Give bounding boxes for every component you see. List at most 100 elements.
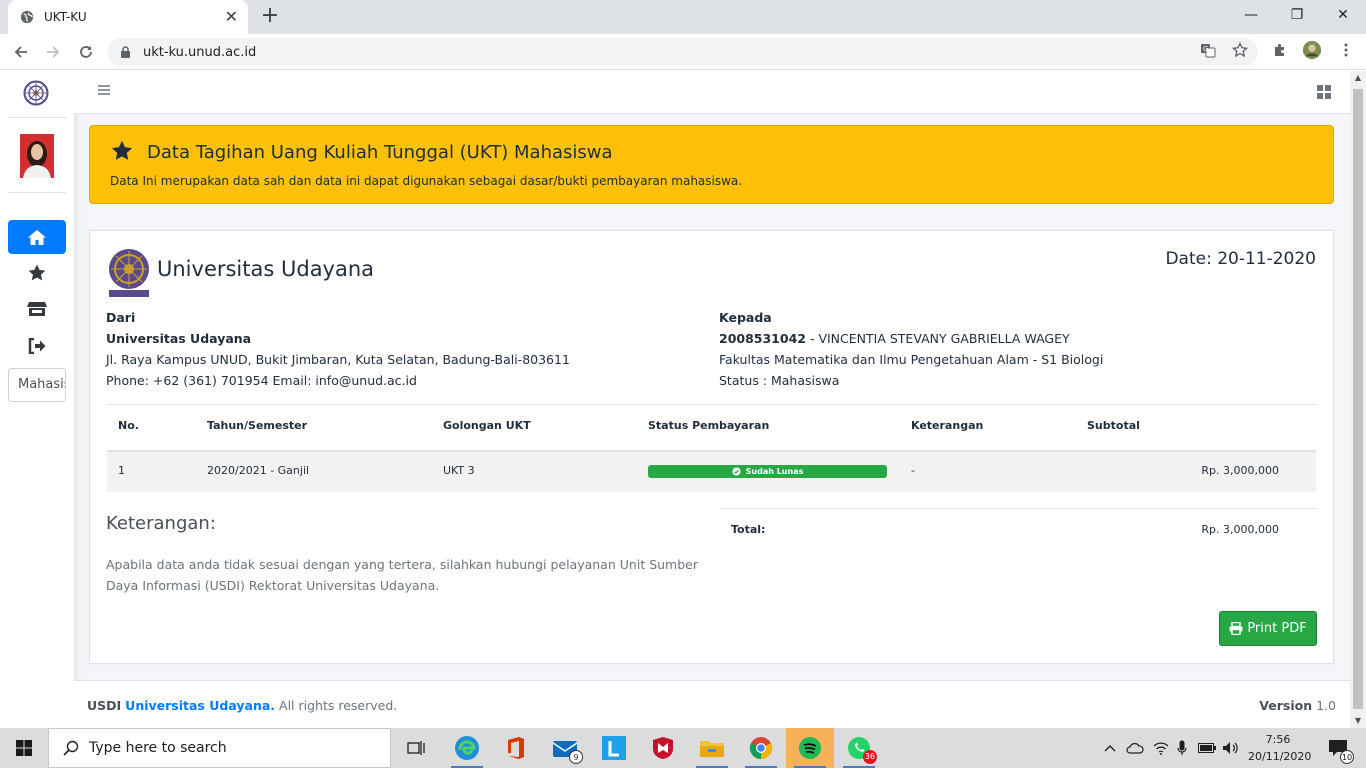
sidebar-item-store[interactable] bbox=[8, 292, 66, 326]
print-pdf-label: Print PDF bbox=[1247, 621, 1307, 636]
info-callout: Data Tagihan Uang Kuliah Tunggal (UKT) M… bbox=[89, 125, 1334, 204]
check-circle-icon bbox=[732, 467, 741, 476]
printer-icon bbox=[1229, 622, 1247, 635]
row-note: - bbox=[911, 464, 915, 477]
chrome-icon[interactable] bbox=[737, 728, 785, 768]
restore-button[interactable]: ❐ bbox=[1274, 0, 1320, 30]
invoice-date: Date: 20-11-2020 bbox=[1165, 249, 1316, 269]
office-icon[interactable] bbox=[492, 728, 540, 768]
column-header: Status Pembayaran bbox=[648, 419, 770, 432]
page-footer: USDI Universitas Udayana. All rights res… bbox=[74, 680, 1350, 728]
close-window-button[interactable]: ✕ bbox=[1320, 0, 1366, 30]
tab-close-icon[interactable]: ✕ bbox=[225, 9, 238, 25]
from-address: Dari Universitas Udayana Jl. Raya Kampus… bbox=[106, 307, 570, 391]
footer-copyright: USDI Universitas Udayana. All rights res… bbox=[87, 698, 397, 713]
sidebar-divider bbox=[8, 117, 66, 118]
student-status: Status : Mahasiswa bbox=[719, 373, 840, 388]
footer-link[interactable]: Universitas Udayana. bbox=[125, 698, 275, 713]
footer-version: Version 1.0 bbox=[1259, 698, 1336, 713]
clock-date: 20/11/2020 bbox=[1248, 750, 1312, 763]
university-logo[interactable] bbox=[23, 80, 49, 108]
minimize-button[interactable]: — bbox=[1228, 0, 1274, 30]
student-name: - VINCENTIA STEVANY GABRIELLA WAGEY bbox=[805, 331, 1070, 346]
wifi-icon[interactable] bbox=[1150, 728, 1172, 768]
student-nim: 2008531042 bbox=[719, 331, 806, 346]
tab-title: UKT-KU bbox=[44, 10, 87, 24]
svg-text:G: G bbox=[1203, 45, 1208, 53]
mail-icon[interactable]: 9 bbox=[541, 728, 589, 768]
translate-icon[interactable]: G bbox=[1198, 40, 1218, 60]
notes-text: Apabila data anda tidak sesuai dengan ya… bbox=[106, 557, 698, 593]
notification-icon[interactable]: 10 bbox=[1318, 728, 1358, 768]
sidebar-search-input[interactable]: Mahasiswa bbox=[8, 368, 66, 402]
version-number: 1.0 bbox=[1316, 698, 1336, 713]
task-view-icon[interactable] bbox=[392, 728, 440, 768]
sidebar-item-home[interactable] bbox=[8, 220, 66, 254]
column-header: No. bbox=[118, 419, 139, 432]
to-label: Kepada bbox=[719, 310, 772, 325]
file-explorer-icon[interactable] bbox=[688, 728, 736, 768]
windows-start-icon[interactable] bbox=[0, 728, 48, 768]
print-pdf-button[interactable]: Print PDF bbox=[1219, 611, 1317, 646]
reload-icon[interactable] bbox=[74, 40, 98, 64]
edge-icon[interactable] bbox=[443, 728, 491, 768]
browser-tab[interactable]: UKT-KU ✕ bbox=[8, 0, 248, 34]
top-navbar bbox=[74, 71, 1350, 114]
forward-icon[interactable] bbox=[41, 40, 65, 64]
volume-icon[interactable] bbox=[1220, 728, 1242, 768]
search-icon bbox=[63, 740, 79, 756]
footer-org: USDI bbox=[87, 698, 122, 713]
lens-app-icon[interactable] bbox=[590, 728, 638, 768]
bookmark-star-icon[interactable] bbox=[1230, 40, 1250, 60]
avatar bbox=[20, 134, 54, 178]
microphone-icon[interactable] bbox=[1172, 728, 1192, 768]
status-badge: Sudah Lunas bbox=[648, 465, 887, 478]
scrollbar-thumb[interactable] bbox=[1353, 89, 1363, 709]
total-value: Rp. 3,000,000 bbox=[1201, 523, 1279, 536]
footer-rights: All rights reserved. bbox=[279, 698, 398, 713]
sidebar-item-logout[interactable] bbox=[8, 329, 66, 363]
sidebar: Mahasiswa bbox=[0, 71, 74, 728]
chevron-up-icon[interactable] bbox=[1100, 728, 1120, 768]
address-bar[interactable]: ukt-ku.unud.ac.id bbox=[108, 38, 1258, 66]
profile-avatar[interactable] bbox=[1302, 40, 1322, 60]
extensions-icon[interactable] bbox=[1270, 40, 1290, 60]
system-clock[interactable]: 7:56 20/11/2020 bbox=[1248, 731, 1312, 765]
apps-grid-icon[interactable] bbox=[1316, 84, 1332, 100]
browser-menu-icon[interactable] bbox=[1336, 40, 1356, 60]
whatsapp-icon[interactable]: 36 bbox=[835, 728, 883, 768]
hamburger-menu-icon[interactable] bbox=[97, 83, 111, 97]
scroll-up-icon[interactable]: ▲ bbox=[1350, 71, 1366, 85]
browser-toolbar: ukt-ku.unud.ac.id G bbox=[0, 34, 1366, 70]
student-faculty: Fakultas Matematika dan Ilmu Pengetahuan… bbox=[719, 352, 1104, 367]
lock-icon bbox=[120, 45, 131, 59]
mail-badge: 9 bbox=[569, 750, 583, 764]
callout-text: Data Ini merupakan data sah dan data ini… bbox=[110, 174, 743, 188]
star-icon bbox=[28, 264, 46, 281]
from-street: Jl. Raya Kampus UNUD, Bukit Jimbaran, Ku… bbox=[106, 352, 570, 367]
onedrive-icon[interactable] bbox=[1124, 728, 1146, 768]
status-badge-label: Sudah Lunas bbox=[745, 467, 804, 476]
spotify-icon[interactable] bbox=[786, 728, 834, 768]
callout-title: Data Tagihan Uang Kuliah Tunggal (UKT) M… bbox=[147, 142, 613, 163]
url-text: ukt-ku.unud.ac.id bbox=[143, 44, 257, 60]
to-address: Kepada 2008531042 - VINCENTIA STEVANY GA… bbox=[719, 307, 1103, 391]
row-period: 2020/2021 - Ganjil bbox=[207, 464, 310, 477]
globe-icon bbox=[20, 10, 34, 24]
back-icon[interactable] bbox=[9, 40, 33, 64]
mcafee-icon[interactable] bbox=[639, 728, 687, 768]
page-viewport: Mahasiswa Data Tagihan Uang Kuliah Tungg… bbox=[0, 71, 1350, 728]
battery-icon[interactable] bbox=[1196, 728, 1218, 768]
taskbar-search-input[interactable]: Type here to search bbox=[48, 728, 391, 768]
clock-time: 7:56 bbox=[1265, 733, 1291, 746]
home-icon bbox=[27, 229, 47, 246]
from-label: Dari bbox=[106, 310, 136, 325]
new-tab-button[interactable]: + bbox=[258, 4, 282, 28]
sidebar-item-favorite[interactable] bbox=[8, 255, 66, 289]
notification-badge: 10 bbox=[1340, 750, 1354, 764]
table-top-border bbox=[107, 404, 1316, 405]
page-scrollbar[interactable]: ▲ ▼ bbox=[1350, 71, 1366, 728]
total-label: Total: bbox=[731, 523, 766, 536]
scroll-down-icon[interactable]: ▼ bbox=[1350, 714, 1366, 728]
column-header: Golongan UKT bbox=[443, 419, 531, 432]
